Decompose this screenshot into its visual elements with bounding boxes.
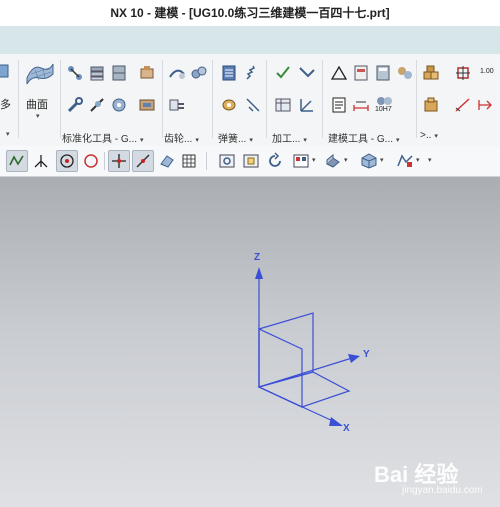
partial-label: 多 [0,99,11,111]
triangle-icon[interactable] [330,64,348,82]
fit-view-icon[interactable] [218,152,236,170]
yz-plane-outline [258,312,314,388]
stamp-icon[interactable] [138,64,156,82]
x-axis-arrow [329,417,343,426]
bearing-icon[interactable] [110,96,128,114]
gear-params-icon[interactable] [168,96,186,114]
y-axis-arrow [348,354,360,363]
surface-icon[interactable] [25,60,55,86]
mill-check-icon[interactable] [274,64,292,82]
orient-view-dropdown[interactable]: ▾ [312,156,316,164]
baidu-watermark: Bai 经验 jingyan.baidu.com [374,457,492,501]
y-axis-label: Y [363,349,370,360]
fit-tolerance-button[interactable]: 10H7 [374,94,396,116]
point-on-curve-icon[interactable] [132,150,154,172]
calculator-icon[interactable] [374,64,392,82]
x-axis-label: X [343,423,350,434]
watermark-url: jingyan.baidu.com [402,485,483,496]
ribbon-tab-strip [0,26,500,54]
ribbon: 多 ▾ 曲面 ▾ 标准化工具 - G... ▾ 齿轮... ▾ 弹簧... ▾ … [0,54,500,147]
surface-dropdown-caret[interactable]: ▾ [36,112,40,120]
value-label: 1.00 [480,68,494,75]
text-doc-icon[interactable] [330,96,348,114]
ribbon-group-standard-tools: 标准化工具 - G... ▾ [62,56,162,145]
group-label-standard-tools: 标准化工具 - G... [62,134,137,145]
ribbon-group-modeling-tools: 10H7 建模工具 - G... ▾ [324,56,416,145]
box-group-icon[interactable] [422,96,440,114]
partial-icon[interactable] [0,62,12,80]
layers-icon[interactable] [88,64,106,82]
spring-delete-icon[interactable] [244,96,262,114]
window-title: NX 10 - 建模 - [UG10.0练习三维建模一百四十七.prt] [0,0,500,26]
group-label-more: >.. [420,130,432,141]
spring-coil-icon[interactable] [220,96,238,114]
part-manager-icon[interactable] [396,64,414,82]
graphics-viewport[interactable]: Z Y X Bai 经验 jingyan.baidu.com [0,177,500,507]
group-caret-modeling-tools[interactable]: ▾ [396,137,400,144]
grid-snap-icon[interactable] [180,152,198,170]
library-icon[interactable] [138,96,156,114]
group-caret-gear[interactable]: ▾ [195,137,199,144]
quadrant-point-icon[interactable] [82,152,100,170]
fit-tolerance-label: 10H7 [375,106,392,113]
dimension-icon[interactable] [352,96,370,114]
face-point-icon[interactable] [158,152,176,170]
spring-icon[interactable] [244,64,262,82]
partial-group-caret[interactable]: ▾ [6,130,10,138]
render-style-dropdown[interactable]: ▾ [344,156,348,164]
end-point-icon[interactable] [32,152,50,170]
gear-curve-icon[interactable] [168,64,186,82]
machining-table-icon[interactable] [274,96,292,114]
group-caret-more[interactable]: ▾ [434,133,438,140]
intersection-point-icon[interactable] [108,150,130,172]
group-caret-standard-tools[interactable]: ▾ [140,137,144,144]
shaded-cube-icon[interactable] [360,152,378,170]
ribbon-group-spring: 弹簧... ▾ [214,56,264,145]
group-caret-machining[interactable]: ▾ [303,137,307,144]
curve-snap-icon[interactable] [6,150,28,172]
zoom-window-icon[interactable] [242,152,260,170]
ribbon-group-machining: 加工... ▾ [268,56,320,145]
edit-section-dropdown[interactable]: ▾ [416,156,420,164]
z-axis-arrow [255,267,263,279]
group-label-gear: 齿轮... [164,134,193,145]
orient-view-icon[interactable] [292,152,310,170]
z-axis-label: Z [254,252,261,263]
ribbon-group-gear: 齿轮... ▾ [164,56,212,145]
group-label-machining: 加工... [272,134,301,145]
xy-plane-outline [257,371,351,408]
toolbar-overflow-dropdown[interactable]: ▾ [428,156,432,164]
xz-plane-outline [258,328,303,408]
machining-axis-icon[interactable] [298,96,316,114]
slant-tool-icon[interactable] [454,96,472,114]
cabinet-icon[interactable] [110,64,128,82]
shaded-cube-dropdown[interactable]: ▾ [380,156,384,164]
render-style-icon[interactable] [324,152,342,170]
gear-mesh-icon[interactable] [190,64,208,82]
ribbon-group-partial: 多 ▾ [0,56,16,142]
box-stack-icon[interactable] [422,64,440,82]
tool-holder-icon[interactable] [88,96,106,114]
ribbon-group-more: 1.00 >.. ▾ [418,56,500,142]
group-label-modeling-tools: 建模工具 - G... [328,134,393,145]
group-label-spring: 弹簧... [218,134,247,145]
surface-button-label[interactable]: 曲面 [26,96,48,112]
selection-toolbar: ▾ ▾ ▾ ▾ ▾ [0,146,500,177]
gear-link-icon[interactable] [66,64,84,82]
machining-tool-icon[interactable] [298,64,316,82]
text-align-icon[interactable] [476,96,494,114]
group-caret-spring[interactable]: ▾ [249,137,253,144]
rotate-icon[interactable] [266,152,284,170]
center-point-icon[interactable] [56,150,78,172]
frame-tool-icon[interactable] [454,64,472,82]
wrench-icon[interactable] [66,96,84,114]
edit-section-icon[interactable] [396,152,414,170]
sheet-icon[interactable] [352,64,370,82]
spring-list-icon[interactable] [220,64,238,82]
surface-group: 曲面 ▾ [22,56,58,142]
